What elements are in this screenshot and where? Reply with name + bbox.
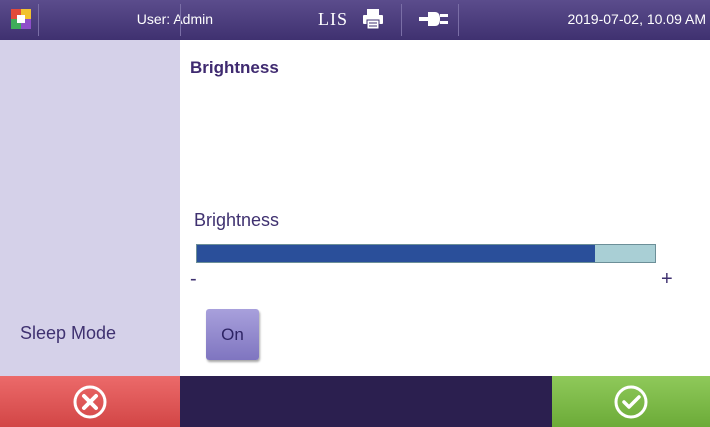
brightness-settings-screen: User: Admin LIS 2019-07-02, 10.09 AM Sle…	[0, 0, 710, 427]
confirm-button[interactable]	[552, 376, 710, 427]
cancel-x-icon	[73, 385, 107, 419]
cancel-button[interactable]	[0, 376, 180, 427]
status-bar: User: Admin LIS 2019-07-02, 10.09 AM	[0, 0, 710, 40]
logo-segment	[0, 0, 38, 40]
page-title: Brightness	[190, 58, 279, 77]
brightness-label: Brightness	[194, 210, 280, 230]
printer-icon	[363, 9, 383, 30]
user-segment[interactable]: User: Admin	[38, 0, 213, 40]
datetime-label: 2019-07-02, 10.09 AM	[567, 11, 706, 27]
confirm-check-icon	[614, 385, 648, 419]
datetime-segment: 2019-07-02, 10.09 AM	[458, 0, 710, 40]
action-bar	[0, 376, 710, 427]
brightness-slider-fill	[197, 245, 596, 262]
lis-status-label: LIS	[318, 9, 348, 29]
app-logo-icon	[11, 9, 31, 29]
brightness-slider[interactable]	[196, 244, 656, 263]
sleep-mode-toggle-button[interactable]: On	[206, 309, 259, 360]
brightness-decrease-label: -	[190, 268, 197, 290]
power-plug-icon	[419, 12, 448, 26]
status-divider	[401, 4, 402, 36]
sleep-mode-label: Sleep Mode	[20, 323, 117, 343]
brightness-increase-label: +	[661, 268, 673, 290]
